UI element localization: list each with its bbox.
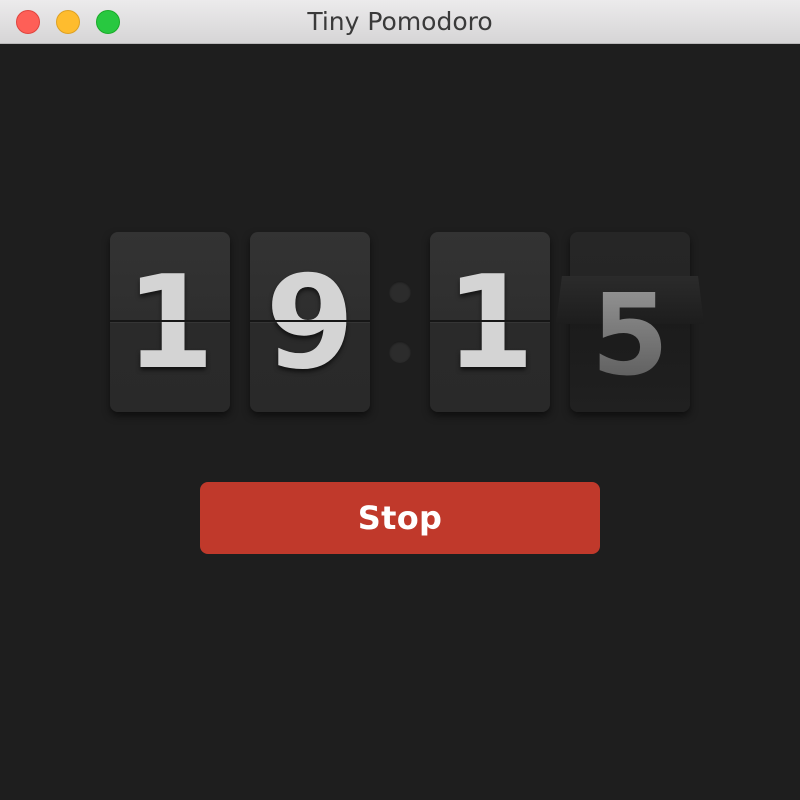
minutes-tens-card: 1: [110, 232, 230, 412]
seconds-tens-digit: 1: [445, 248, 535, 398]
card-split-line: [110, 320, 230, 322]
window-title: Tiny Pomodoro: [307, 7, 493, 36]
next-digit-peek: [570, 232, 690, 276]
stop-button[interactable]: Stop: [200, 482, 600, 554]
minutes-ones-digit: 9: [265, 248, 355, 398]
app-window: Tiny Pomodoro 1 9 1 5 Stop: [0, 0, 800, 800]
flipping-leaf: [556, 276, 704, 324]
seconds-tens-card: 1: [430, 232, 550, 412]
colon-dot-top: [389, 281, 411, 303]
card-split-line: [430, 320, 550, 322]
title-bar[interactable]: Tiny Pomodoro: [0, 0, 800, 44]
card-split-line: [250, 320, 370, 322]
minutes-tens-digit: 1: [125, 248, 215, 398]
card-bottom-half: [570, 322, 690, 412]
minutes-ones-card: 9: [250, 232, 370, 412]
colon-dot-bottom: [389, 341, 411, 363]
